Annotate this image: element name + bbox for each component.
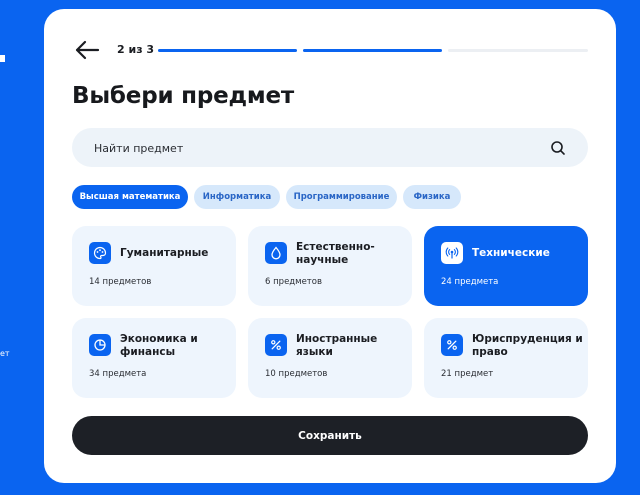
category-title: Экономика и финансы bbox=[120, 333, 198, 358]
category-tile-economics[interactable]: Экономика и финансы 34 предмета bbox=[72, 318, 236, 398]
subject-picker-card: 2 из 3 Выбери предмет Высшая математика … bbox=[44, 9, 616, 483]
category-count: 21 предмет bbox=[441, 369, 494, 379]
category-title: Юриспруденция и право bbox=[472, 333, 583, 358]
category-count: 34 предмета bbox=[89, 369, 147, 379]
category-tile-humanities[interactable]: Гуманитарные 14 предметов bbox=[72, 226, 236, 306]
palette-icon bbox=[89, 242, 111, 264]
background-decoration bbox=[0, 55, 5, 62]
save-button[interactable]: Сохранить bbox=[72, 416, 588, 455]
step-counter: 2 из 3 bbox=[117, 43, 155, 56]
category-title: Гуманитарные bbox=[120, 247, 209, 259]
background-text: ет bbox=[0, 349, 10, 358]
percent-icon bbox=[265, 334, 287, 356]
category-tile-technical[interactable]: Технические 24 предмета bbox=[424, 226, 588, 306]
category-count: 10 предметов bbox=[265, 369, 328, 379]
category-title: Естественно-научные bbox=[296, 241, 375, 266]
page-title: Выбери предмет bbox=[72, 83, 295, 109]
chip-physics[interactable]: Физика bbox=[403, 185, 461, 209]
category-count: 24 предмета bbox=[441, 277, 499, 287]
broadcast-icon bbox=[441, 242, 463, 264]
progress-segment-3 bbox=[448, 49, 588, 52]
category-tile-foreign-languages[interactable]: Иностранные языки 10 предметов bbox=[248, 318, 412, 398]
category-tile-natural-sciences[interactable]: Естественно-научные 6 предметов bbox=[248, 226, 412, 306]
chip-programming[interactable]: Программирование bbox=[286, 185, 397, 209]
chip-informatics[interactable]: Информатика bbox=[194, 185, 280, 209]
back-button[interactable] bbox=[74, 39, 100, 61]
progress-segment-1 bbox=[158, 49, 297, 52]
category-title: Иностранные языки bbox=[296, 333, 378, 358]
category-count: 14 предметов bbox=[89, 277, 152, 287]
category-title: Технические bbox=[472, 247, 550, 259]
chip-higher-math[interactable]: Высшая математика bbox=[72, 185, 188, 209]
category-count: 6 предметов bbox=[265, 277, 322, 287]
search-icon[interactable] bbox=[550, 140, 566, 156]
drop-icon bbox=[265, 242, 287, 264]
category-tile-law[interactable]: Юриспруденция и право 21 предмет bbox=[424, 318, 588, 398]
progress-segment-2 bbox=[303, 49, 442, 52]
search-input[interactable] bbox=[92, 128, 536, 169]
pie-chart-icon bbox=[89, 334, 111, 356]
arrow-left-icon bbox=[75, 40, 100, 60]
percent-icon bbox=[441, 334, 463, 356]
search-bar bbox=[72, 128, 588, 169]
